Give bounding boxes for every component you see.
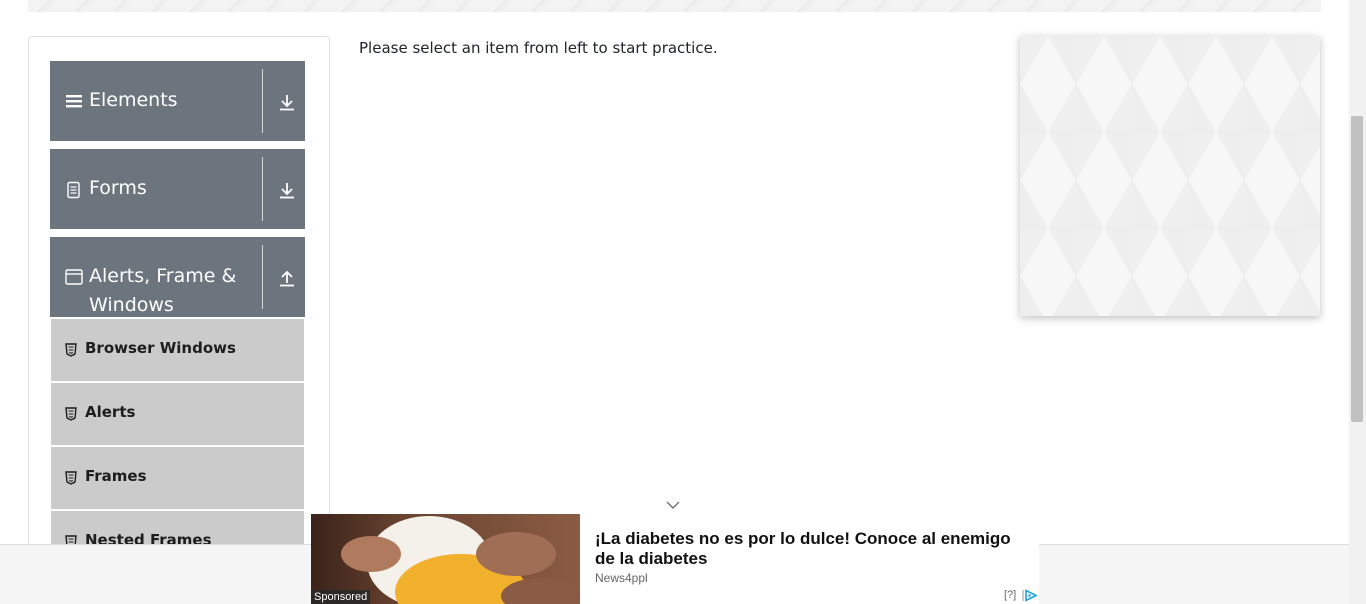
top-banner — [28, 0, 1321, 12]
arrow-up-icon[interactable] — [278, 269, 296, 287]
menu-item-alerts[interactable]: Alerts — [51, 383, 304, 447]
adchoices-icon[interactable] — [1022, 589, 1038, 602]
group-title-elements: Elements — [89, 89, 178, 111]
group-divider — [262, 69, 263, 133]
ad-image[interactable]: Sponsored — [311, 514, 580, 604]
chevron-down-icon[interactable] — [664, 498, 682, 512]
submenu-list: Browser Windows Alerts Frames Nested Fra… — [51, 319, 304, 575]
group-title-forms: Forms — [89, 177, 147, 199]
page-scrollbar[interactable] — [1349, 0, 1366, 604]
html5-icon — [65, 471, 77, 485]
practice-prompt: Please select an item from left to start… — [359, 39, 718, 57]
ad-placeholder — [1020, 36, 1320, 316]
arrow-down-icon[interactable] — [278, 93, 296, 111]
group-divider — [262, 157, 263, 221]
hamburger-icon — [66, 95, 82, 108]
ad-source: News4ppl — [595, 571, 648, 585]
menu-item-label: Frames — [85, 467, 147, 485]
ad-report-link[interactable]: [?] — [1004, 589, 1016, 601]
menu-item-label: Browser Windows — [85, 339, 236, 357]
menu-item-frames[interactable]: Frames — [51, 447, 304, 511]
menu-item-browser-windows[interactable]: Browser Windows — [51, 319, 304, 383]
scrollbar-thumb[interactable] — [1351, 116, 1363, 422]
native-ad[interactable]: Sponsored ¡La diabetes no es por lo dulc… — [311, 514, 1039, 604]
left-sidebar: Elements Forms Alerts, Frame & Windows B… — [28, 36, 330, 598]
sponsored-label: Sponsored — [311, 590, 371, 604]
menu-item-label: Alerts — [85, 403, 136, 421]
window-icon — [65, 269, 83, 285]
group-header-forms[interactable]: Forms — [50, 149, 305, 229]
html5-icon — [65, 407, 77, 421]
arrow-down-icon[interactable] — [278, 181, 296, 199]
document-icon — [67, 181, 80, 199]
html5-icon — [65, 343, 77, 357]
group-header-elements[interactable]: Elements — [50, 61, 305, 141]
group-divider — [262, 245, 263, 309]
group-title-alerts-frame-windows: Alerts, Frame & Windows — [89, 265, 237, 316]
ad-headline[interactable]: ¡La diabetes no es por lo dulce! Conoce … — [595, 529, 1035, 569]
group-header-alerts-frame-windows[interactable]: Alerts, Frame & Windows — [50, 237, 305, 317]
